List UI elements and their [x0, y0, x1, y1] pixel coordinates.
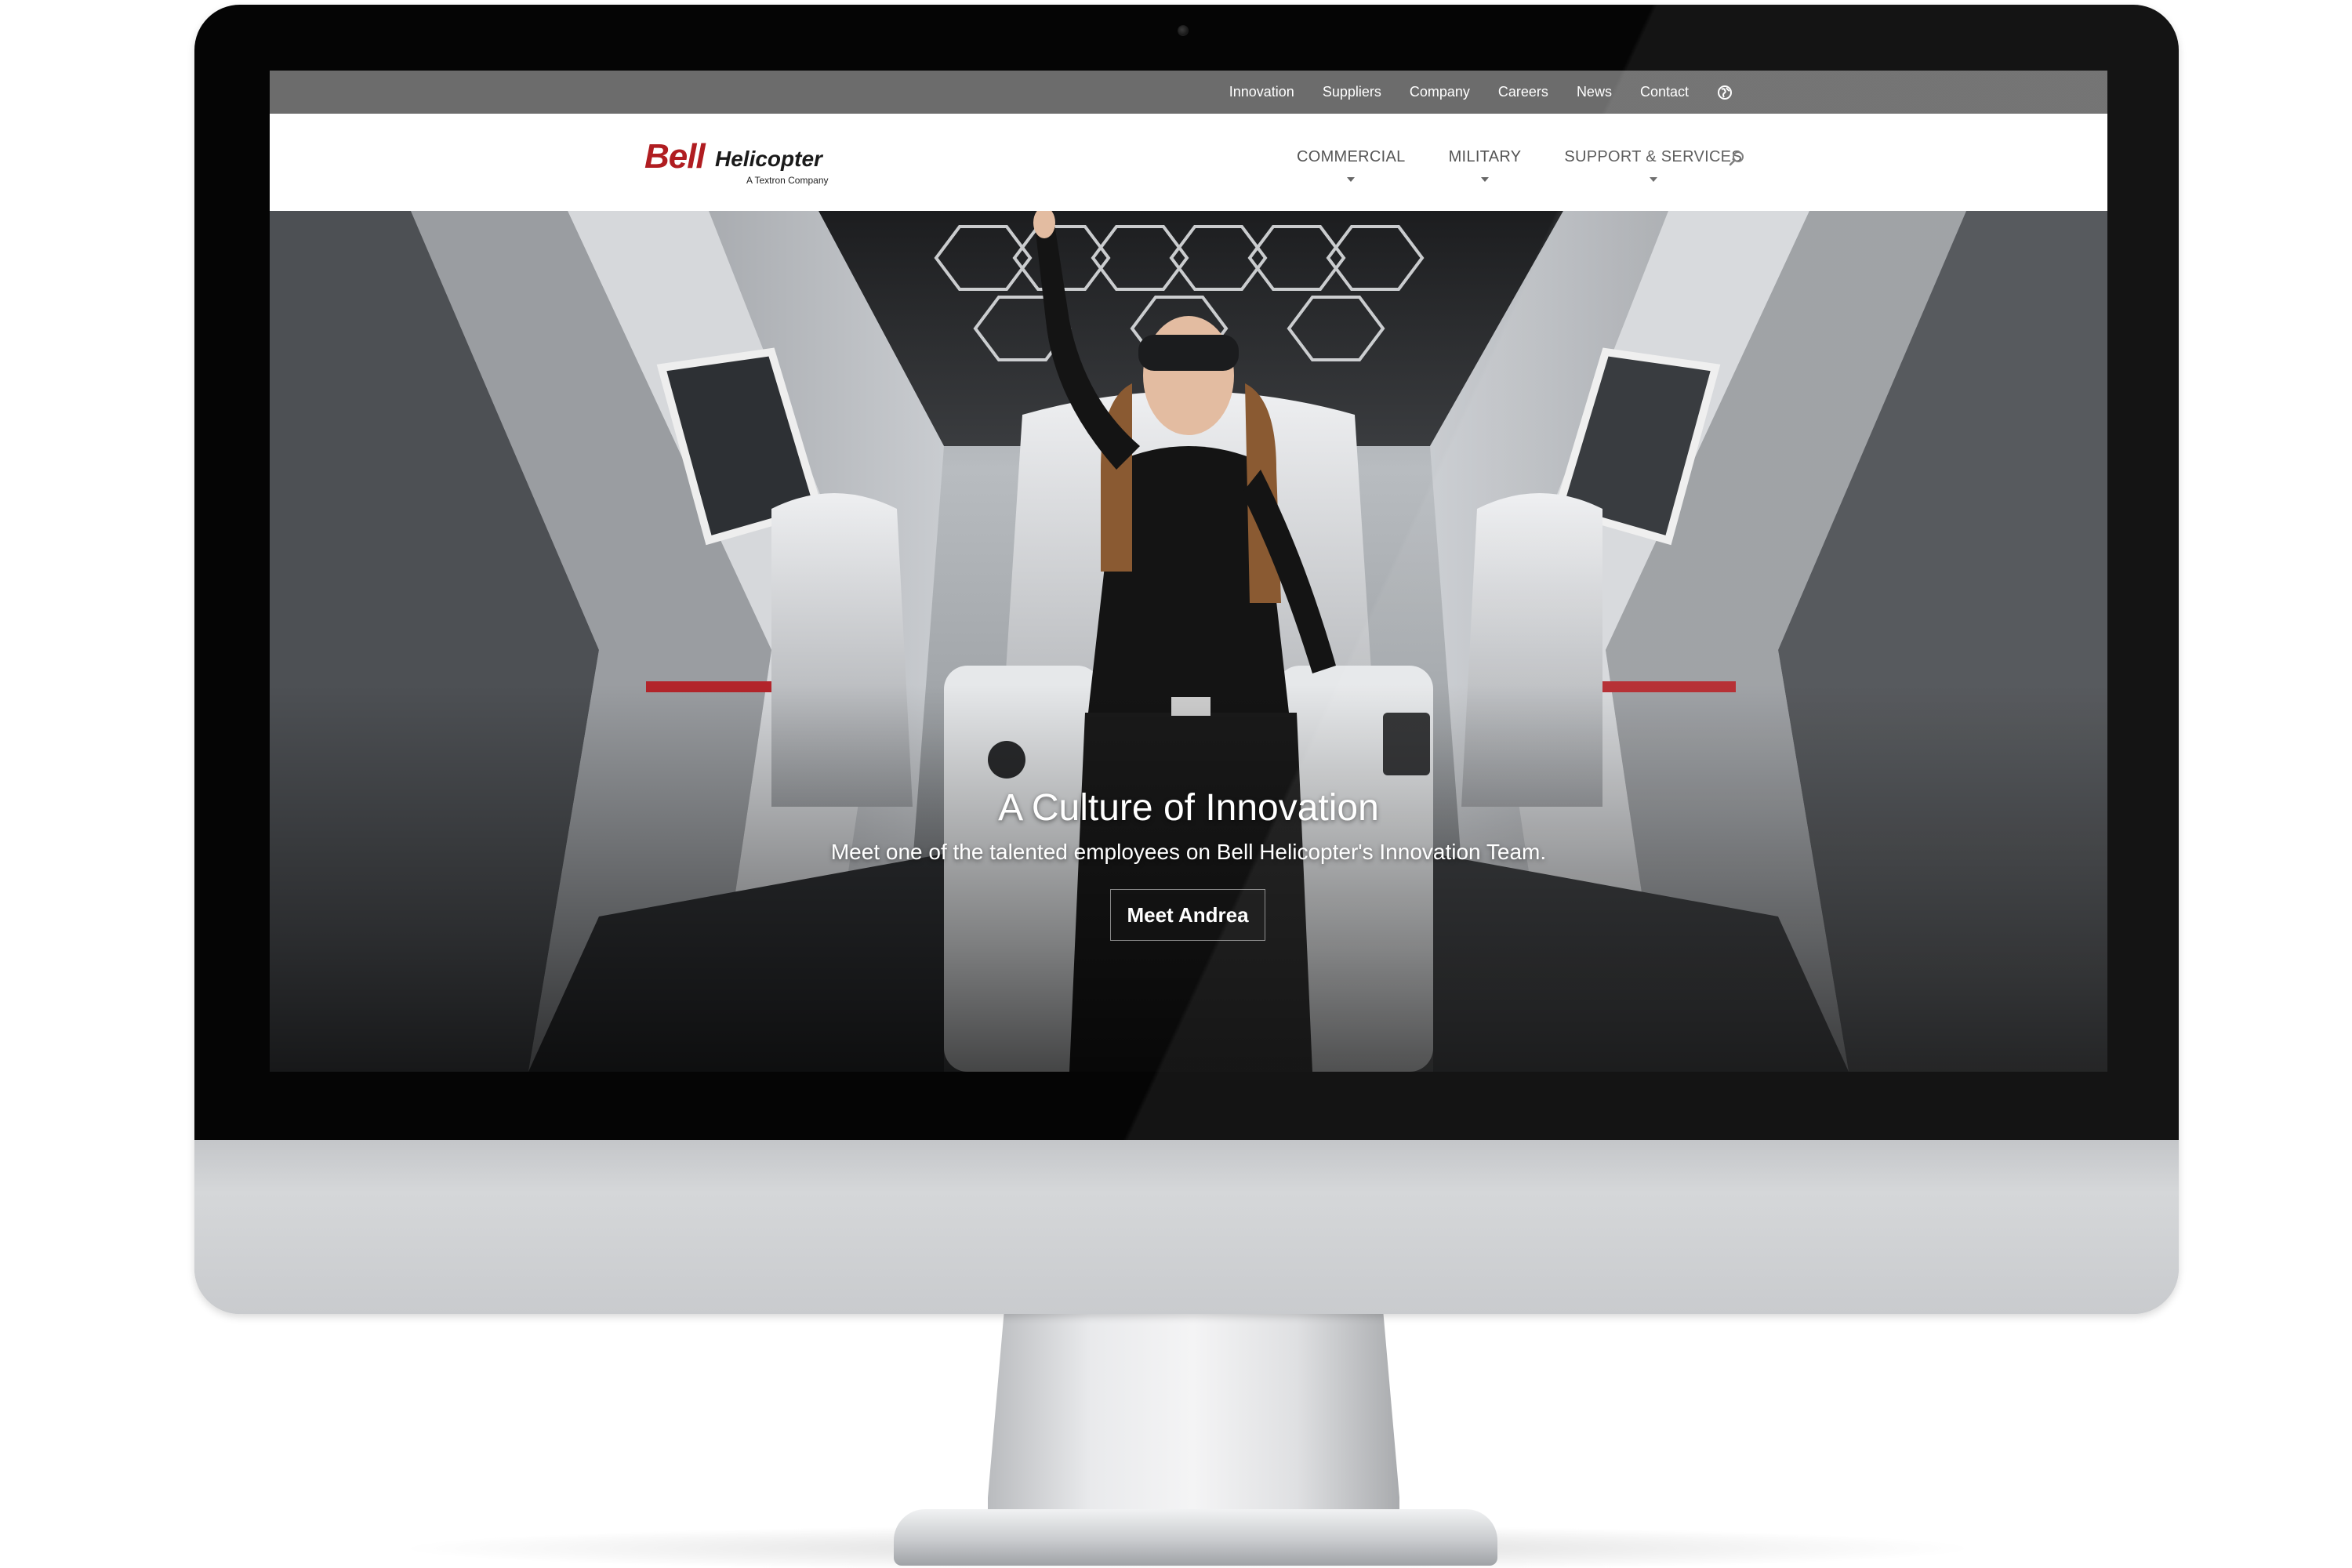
utility-link-suppliers[interactable]: Suppliers [1323, 84, 1381, 100]
camera-icon [1178, 25, 1189, 36]
caret-down-icon [1480, 177, 1489, 182]
nav-item-commercial[interactable]: COMMERCIAL [1297, 148, 1406, 182]
website-screen: Innovation Suppliers Company Careers New… [270, 71, 2107, 1072]
meet-andrea-button[interactable]: Meet Andrea [1110, 889, 1265, 941]
logo-helicopter: Helicopter [715, 147, 822, 171]
utility-link-company[interactable]: Company [1410, 84, 1470, 100]
primary-nav: COMMERCIAL MILITARY SUPPORT & SERVICES [1297, 148, 1785, 182]
monitor-stand-base [894, 1509, 1497, 1566]
nav-item-label: MILITARY [1448, 148, 1522, 165]
hero-title: A Culture of Innovation [998, 787, 1379, 829]
nav-item-label: COMMERCIAL [1297, 148, 1406, 165]
monitor-bezel: Innovation Suppliers Company Careers New… [194, 5, 2179, 1140]
bell-helicopter-logo[interactable]: Bell Helicopter A Textron Company [644, 137, 848, 192]
hero-fade-overlay [270, 211, 2107, 1072]
utility-link-contact[interactable]: Contact [1640, 84, 1689, 100]
utility-link-careers[interactable]: Careers [1498, 84, 1548, 100]
hero-subtitle: Meet one of the talented employees on Be… [830, 840, 1547, 864]
caret-down-icon [1649, 177, 1657, 182]
globe-icon[interactable] [1717, 85, 1733, 100]
nav-item-support-services[interactable]: SUPPORT & SERVICES [1564, 148, 1742, 182]
utility-bar: Innovation Suppliers Company Careers New… [270, 71, 2107, 114]
monitor-chin [194, 1140, 2179, 1314]
caret-down-icon [1347, 177, 1356, 182]
nav-item-military[interactable]: MILITARY [1449, 148, 1522, 182]
utility-link-innovation[interactable]: Innovation [1229, 84, 1294, 100]
search-icon[interactable] [1728, 150, 1745, 167]
logo-tagline: A Textron Company [746, 175, 829, 186]
utility-link-news[interactable]: News [1577, 84, 1612, 100]
logo-bell: Bell [644, 137, 706, 176]
hero-banner: A Culture of Innovation Meet one of the … [270, 211, 2107, 1072]
imac-monitor: Innovation Suppliers Company Careers New… [194, 5, 2179, 1314]
nav-item-label: SUPPORT & SERVICES [1564, 148, 1742, 165]
hero-text: A Culture of Innovation Meet one of the … [270, 785, 2107, 866]
main-nav: Bell Helicopter A Textron Company COMMER… [270, 114, 2107, 211]
